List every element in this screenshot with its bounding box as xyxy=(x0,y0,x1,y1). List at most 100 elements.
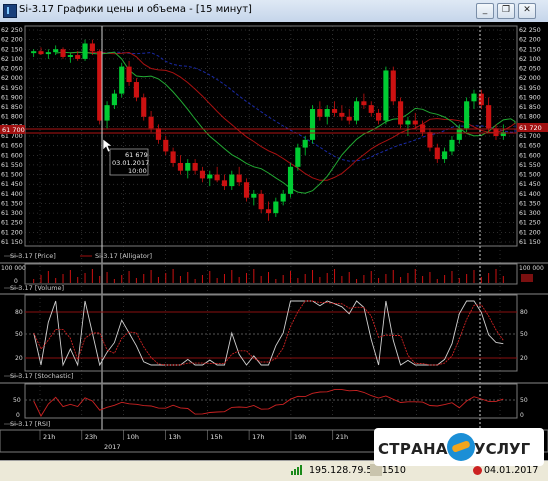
price-tick-label: 61 850 xyxy=(1,104,23,111)
price-tick-label: 62 000 xyxy=(519,75,541,82)
candle-body xyxy=(170,151,176,163)
candle-body xyxy=(273,201,279,214)
price-tick-label: 61 150 xyxy=(1,239,23,246)
rsi-axis-50: 50 xyxy=(13,397,21,404)
chart-area[interactable]: 62 250 62 200 62 150 62 100 62 050 62 000 61 9… xyxy=(0,22,548,460)
price-tick-label: 62 200 xyxy=(1,37,23,44)
candle-body xyxy=(383,70,389,121)
price-tick-label: 62 200 xyxy=(519,37,541,44)
handshake-icon xyxy=(447,433,475,461)
candle-body xyxy=(449,139,455,152)
price-tick-label: 61 800 xyxy=(1,114,23,121)
candle-body xyxy=(442,151,448,160)
time-tick-label: 21h xyxy=(43,433,55,441)
time-tick-label: 15h xyxy=(210,433,222,441)
price-tick-label: 61 600 xyxy=(519,152,541,159)
price-tick-label: 62 100 xyxy=(1,56,23,63)
candle-body xyxy=(376,112,382,121)
tooltip-time: 10:00 xyxy=(128,167,147,175)
candle-body xyxy=(398,101,404,125)
price-tick-label: 62 100 xyxy=(519,56,541,63)
tooltip-price: 61 679 xyxy=(125,151,148,159)
time-tick-label: 19h xyxy=(294,433,306,441)
price-tick-label: 61 500 xyxy=(519,172,541,179)
candle-body xyxy=(471,93,477,102)
candle-body xyxy=(177,162,184,171)
stochastic-k-line xyxy=(33,300,504,367)
candle-body xyxy=(420,124,426,133)
price-tick-label: 61 600 xyxy=(1,152,23,159)
rsi-panel[interactable] xyxy=(24,383,518,419)
stoch-axis-20: 20 xyxy=(15,355,23,362)
terminal-window: Si-3.17 Графики цены и объема - [15 мину… xyxy=(0,0,548,481)
stoch-axis-80-right: 80 xyxy=(520,309,528,316)
chart-canvas[interactable]: 62 250 62 200 62 150 62 100 62 050 62 000 61 9… xyxy=(0,22,548,460)
candle-body xyxy=(229,174,235,187)
price-tick-label: 61 900 xyxy=(1,94,23,101)
candle-body xyxy=(280,193,286,202)
candle-body xyxy=(302,139,308,148)
candle-body xyxy=(155,128,161,140)
candle-body xyxy=(324,109,330,117)
watermark-text-right: УСЛУГ xyxy=(474,440,531,458)
price-tick-label: 61 400 xyxy=(519,191,541,198)
candle-body xyxy=(214,174,220,181)
candle-body xyxy=(434,147,440,160)
restore-button[interactable]: ❐ xyxy=(497,3,515,19)
candle-body xyxy=(236,174,242,183)
candle-body xyxy=(53,49,59,53)
rsi-axis-50-right: 50 xyxy=(520,397,528,404)
stoch-axis-50-right: 50 xyxy=(520,331,528,338)
candle-body xyxy=(258,193,264,210)
rsi-axis-0-right: 0 xyxy=(520,412,524,419)
candle-body xyxy=(141,97,147,117)
price-tick-label: 61 300 xyxy=(519,210,541,217)
status-date: 04.01.2017 xyxy=(484,465,539,476)
rsi-legend: Si-3.17 [RSI] xyxy=(10,420,50,428)
candle-body xyxy=(295,147,301,167)
time-axis-year: 2017 xyxy=(104,443,121,451)
candle-body xyxy=(346,116,352,121)
candle-body xyxy=(405,120,411,125)
tooltip-date: 03.01.2017 xyxy=(112,159,149,167)
price-tick-label: 62 150 xyxy=(519,46,541,53)
candle-body xyxy=(265,209,272,214)
candle-body xyxy=(390,70,396,102)
candle-body xyxy=(207,174,213,179)
watermark-text-left: СТРАНА xyxy=(378,440,448,458)
candle-body xyxy=(309,109,316,140)
volume-legend: Si-3.17 [Volume] xyxy=(10,284,64,292)
price-tick-label: 62 000 xyxy=(1,75,23,82)
candle-body xyxy=(89,43,95,52)
volume-panel[interactable] xyxy=(24,263,518,285)
volume-marker xyxy=(521,274,533,282)
candle-body xyxy=(353,101,360,121)
time-tick-label: 17h xyxy=(252,433,264,441)
candle-body xyxy=(148,116,154,129)
minimize-button[interactable]: _ xyxy=(476,3,494,19)
time-tick-label: 10h xyxy=(127,433,139,441)
left-price-marker-label: 61 700 xyxy=(2,126,25,134)
stoch-axis-20-right: 20 xyxy=(520,355,528,362)
candle-body xyxy=(199,170,206,179)
close-button[interactable]: ✕ xyxy=(518,3,536,19)
price-tick-label: 61 500 xyxy=(1,172,23,179)
candle-body xyxy=(192,162,198,171)
rsi-line xyxy=(33,389,504,417)
candle-body xyxy=(126,66,132,83)
time-tick-label: 13h xyxy=(168,433,180,441)
price-tick-label: 61 400 xyxy=(1,191,23,198)
candle-body xyxy=(331,109,338,113)
title-bar[interactable]: Si-3.17 Графики цены и объема - [15 мину… xyxy=(0,0,548,23)
price-tick-label: 61 300 xyxy=(1,210,23,217)
connection-icon xyxy=(291,465,302,475)
price-tick-label: 61 800 xyxy=(519,114,541,121)
price-tick-label: 61 200 xyxy=(1,229,23,236)
candle-body xyxy=(104,105,110,121)
status-flag-icon xyxy=(473,466,482,475)
candle-body xyxy=(67,55,73,57)
alligator-legend: Si-3.17 [Alligator] xyxy=(95,252,152,260)
chart-app-icon xyxy=(3,4,17,18)
candle-body xyxy=(163,139,169,152)
candle-body xyxy=(368,105,374,113)
